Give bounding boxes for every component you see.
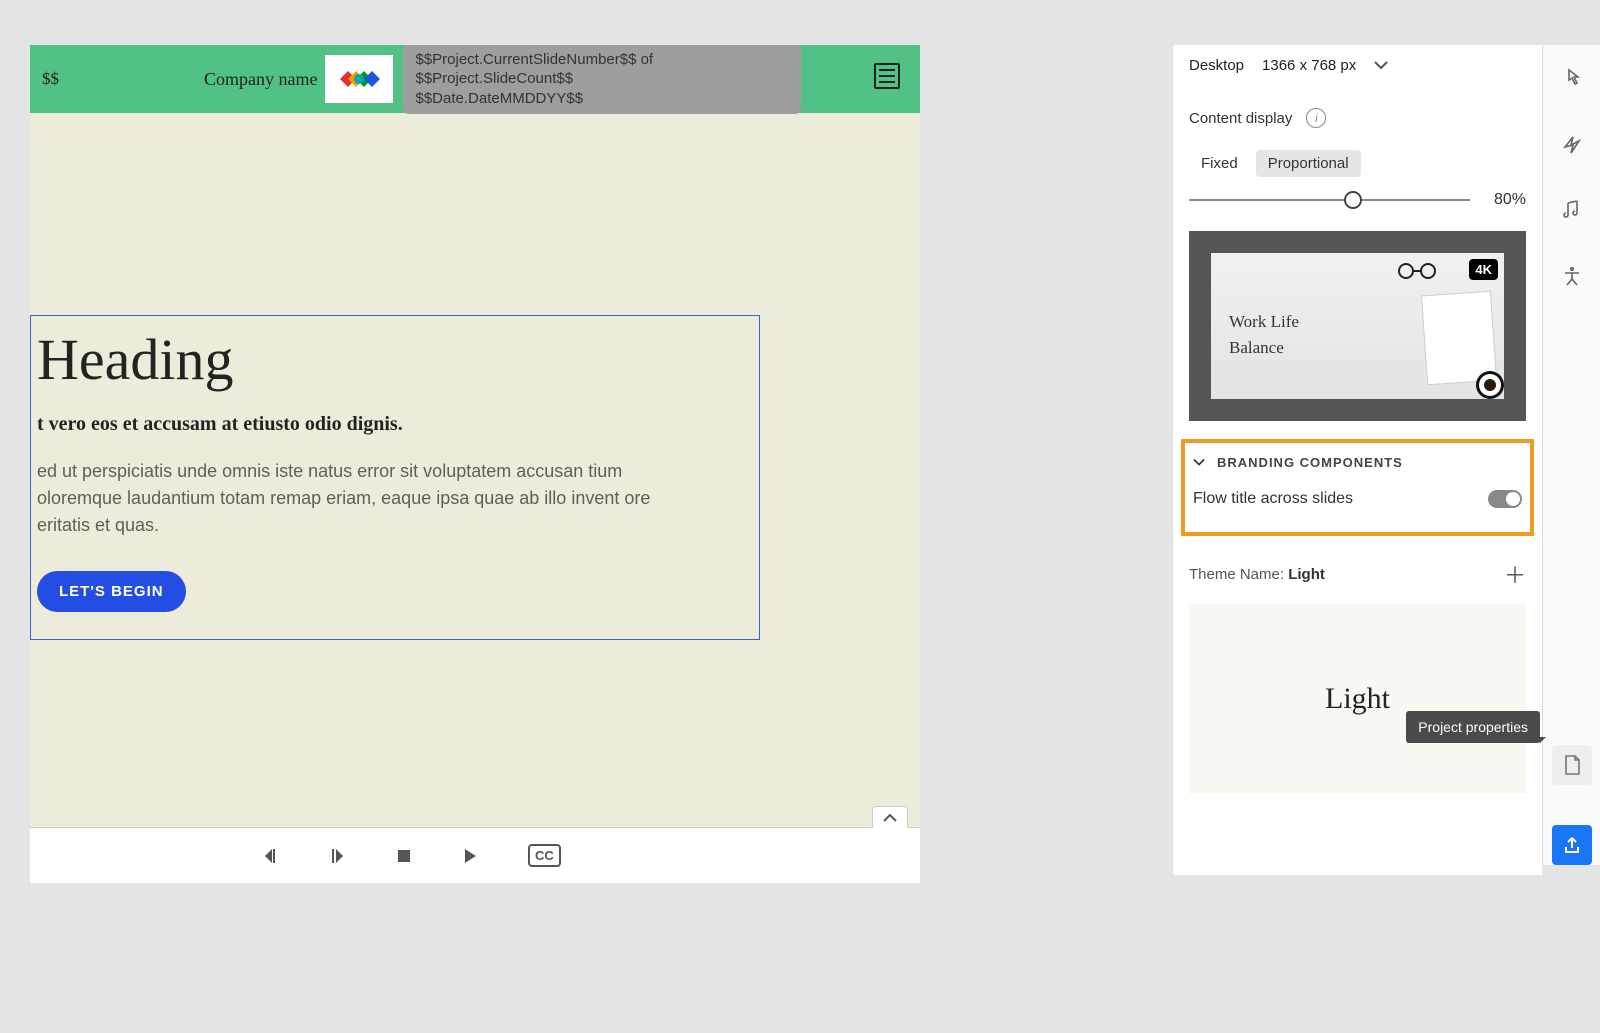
meta-line-1: $$Project.CurrentSlideNumber$$ of $$Proj… [415,50,789,89]
branding-components-section: BRANDING COMPONENTS Flow title across sl… [1181,439,1534,536]
theme-name-label: Theme Name: [1189,566,1284,583]
preview-playbar: CC [30,827,920,883]
meta-line-2: $$Date.DateMMDDYY$$ [415,89,789,109]
theme-swatch[interactable]: Light [1189,604,1526,794]
slider-knob[interactable] [1344,191,1362,209]
selected-text-block[interactable]: Heading t vero eos et accusam at etiusto… [30,315,760,640]
slide-canvas: $$ Company name $$Project.CurrentSlideNu… [30,45,920,865]
project-properties-tooltip: Project properties [1406,711,1540,743]
info-icon[interactable]: i [1306,108,1326,128]
seg-proportional-button[interactable]: Proportional [1256,150,1361,177]
stop-button[interactable] [396,848,412,864]
cc-button[interactable]: CC [528,844,561,867]
slide-meta-variables: $$Project.CurrentSlideNumber$$ of $$Proj… [403,45,801,114]
seg-fixed-button[interactable]: Fixed [1189,150,1250,177]
slide-subhead[interactable]: t vero eos et accusam at etiusto odio di… [37,413,759,436]
share-button[interactable] [1552,825,1592,865]
slide-header-bar: $$ Company name $$Project.CurrentSlideNu… [30,45,920,113]
scale-value: 80% [1494,191,1526,209]
company-logo [325,55,393,103]
preview-title: Work LifeBalance [1229,309,1299,362]
interactions-icon[interactable] [1559,65,1585,91]
audio-icon[interactable] [1559,197,1585,223]
company-name-label: Company name [204,69,317,90]
header-left-variable: $$ [42,69,59,89]
chevron-down-icon[interactable] [1193,455,1205,470]
branding-header: BRANDING COMPONENTS [1217,455,1403,470]
hamburger-menu-icon[interactable] [874,63,900,89]
flow-title-toggle[interactable] [1488,490,1522,508]
slide-preview-thumbnail: 4K Work LifeBalance [1189,231,1526,421]
content-display-label: Content display [1189,110,1292,127]
flow-title-label: Flow title across slides [1193,490,1353,508]
resolution-badge: 4K [1469,259,1498,280]
triggers-icon[interactable] [1559,131,1585,157]
theme-name-value: Light [1288,566,1325,583]
right-toolbar [1542,45,1600,865]
device-label: Desktop [1189,57,1244,74]
playbar-expand-caret[interactable] [872,806,908,828]
device-size: 1366 x 768 px [1262,57,1356,74]
slide-body-text[interactable]: ed ut perspiciatis unde omnis iste natus… [37,458,702,539]
prev-slide-button[interactable] [260,846,280,866]
accessibility-icon[interactable] [1559,263,1585,289]
next-frame-button[interactable] [328,846,348,866]
chevron-down-icon [1374,57,1388,74]
play-button[interactable] [460,846,480,866]
project-properties-button[interactable] [1552,745,1592,785]
scale-slider[interactable] [1189,199,1470,201]
lets-begin-button[interactable]: LET'S BEGIN [37,571,186,612]
device-selector[interactable]: Desktop 1366 x 768 px [1173,45,1542,86]
slide-heading[interactable]: Heading [37,326,759,393]
properties-panel: Desktop 1366 x 768 px Content display i … [1172,45,1542,875]
add-theme-button[interactable]: ＋ [1504,558,1526,590]
